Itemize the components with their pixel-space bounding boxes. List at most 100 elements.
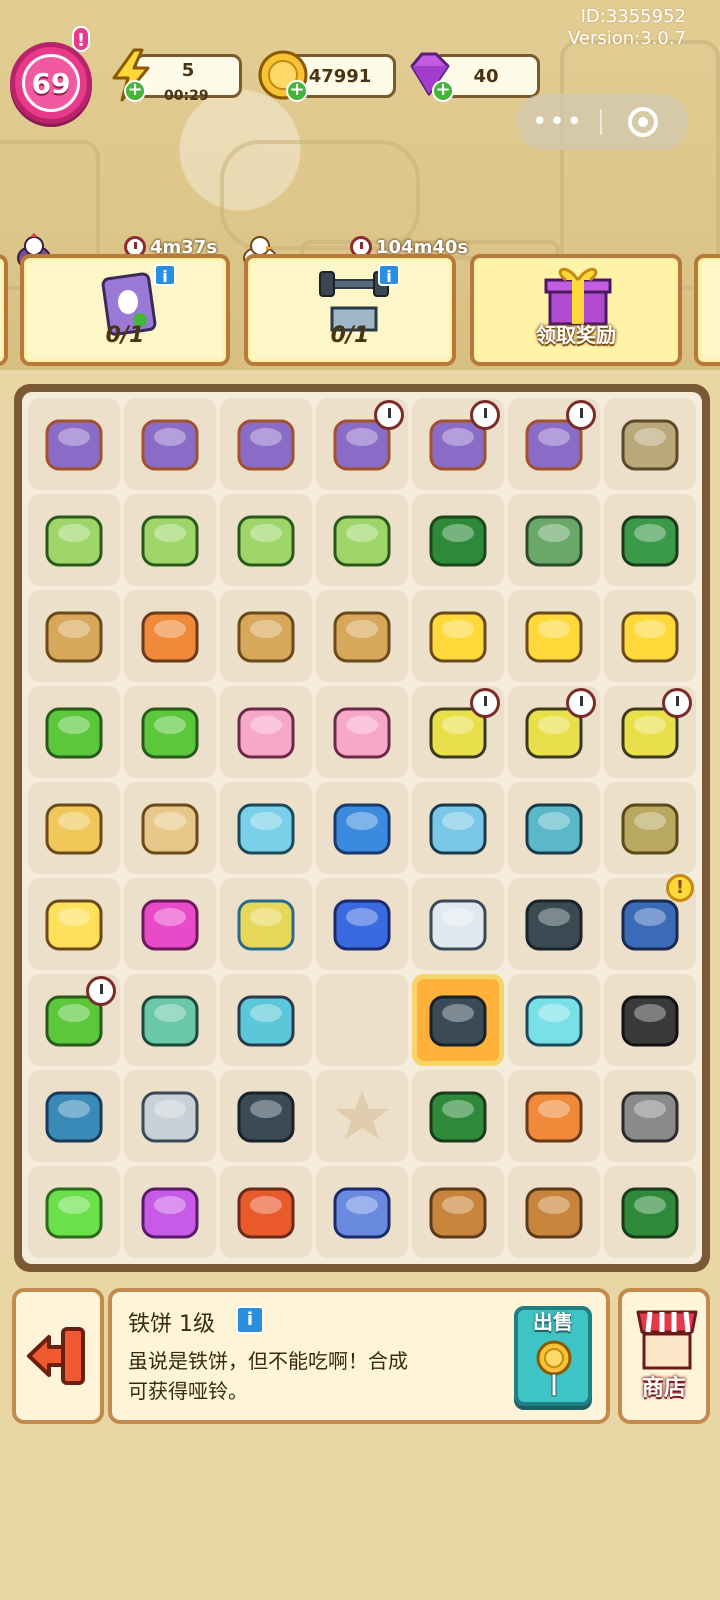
board-cell[interactable] [316,1070,408,1162]
add-energy-button[interactable]: + [124,80,146,102]
board-cell[interactable] [28,590,120,682]
board-cell[interactable] [508,1166,600,1258]
weight-bench-icon [429,803,487,855]
board-cell[interactable] [28,686,120,778]
board-cell[interactable] [412,878,504,970]
board-cell[interactable] [220,782,312,874]
fridge-icon [333,707,391,759]
energy-refill-timer: 00:29 [164,88,209,104]
shop-button[interactable]: 商店 [618,1288,710,1424]
battery-case-icon [141,995,199,1047]
board-cell[interactable] [28,1166,120,1258]
board-cell[interactable] [604,782,696,874]
energy-drink-icon [525,1091,583,1143]
board-cell[interactable] [508,782,600,874]
music-player-icon [333,899,391,951]
player-id: ID:3355952 [580,6,686,27]
fridge-cat-icon [237,707,295,759]
board-cell[interactable] [124,398,216,490]
board-cell[interactable] [220,1166,312,1258]
board-cell[interactable] [220,974,312,1066]
board-cell[interactable] [124,590,216,682]
shop-label: 商店 [641,1376,686,1401]
supply-pile-icon [237,419,295,471]
board-cell[interactable] [508,494,600,586]
sell-button[interactable]: 出售 [514,1306,592,1406]
board-cell[interactable] [604,686,696,778]
board-cell[interactable] [124,782,216,874]
board-cell[interactable] [28,494,120,586]
laptop-icon [237,515,295,567]
board-cell[interactable] [220,686,312,778]
board-cell[interactable] [604,1166,696,1258]
board-cell[interactable]: ! [604,874,696,970]
board-cell[interactable] [316,878,408,970]
dumbbell-pair-icon [429,899,487,951]
exit-button[interactable] [12,1288,104,1424]
merge-board: ! [14,384,710,1272]
board-cell[interactable] [316,1166,408,1258]
board-cell[interactable] [412,590,504,682]
board-cell[interactable] [316,686,408,778]
board-cell[interactable] [220,398,312,490]
board-cell[interactable] [28,878,120,970]
board-cell[interactable] [220,878,312,970]
board-cell[interactable] [316,494,408,586]
task1-progress: 0/1 [105,323,145,348]
task-card-2[interactable]: i 0/1 [244,254,456,366]
board-cell[interactable] [508,590,600,682]
task-card-1[interactable]: i 0/1 [20,254,230,366]
board-cell[interactable] [316,590,408,682]
potted-tree-icon [141,707,199,759]
board-cell[interactable] [28,1070,120,1162]
board-cell[interactable] [124,878,216,970]
puzzle-mat-icon [45,1091,103,1143]
board-cell[interactable] [508,1070,600,1162]
board-cell[interactable] [124,1166,216,1258]
board-cell[interactable] [28,974,120,1066]
item-info-icon[interactable]: i [236,1306,264,1334]
task1-info-icon[interactable]: i [154,264,176,286]
board-cell[interactable] [124,974,216,1066]
board-cell[interactable] [508,878,600,970]
iron-plate-icon [429,995,487,1047]
board-cell[interactable] [28,398,120,490]
board-cell[interactable] [220,494,312,586]
add-gems-button[interactable]: + [432,80,454,102]
board-cell[interactable] [412,686,504,778]
board-cell[interactable] [316,974,408,1066]
item-name: 铁饼 1级 [128,1312,215,1337]
level-badge[interactable]: 69 [10,42,92,124]
close-program-icon[interactable] [628,107,658,137]
board-cell[interactable] [412,398,504,490]
board-cell[interactable] [604,590,696,682]
claim-reward-card[interactable]: 领取奖励 [470,254,682,366]
board-cell[interactable] [124,1070,216,1162]
board-cell[interactable] [508,686,600,778]
locker-icon [621,419,679,471]
board-cell[interactable] [604,494,696,586]
board-cell[interactable] [316,398,408,490]
board-cell[interactable] [412,974,504,1066]
board-cell[interactable] [28,782,120,874]
board-cell[interactable] [220,590,312,682]
supply-pile-icon [45,419,103,471]
board-cell[interactable] [412,782,504,874]
task2-info-icon[interactable]: i [378,264,400,286]
board-cell[interactable] [124,686,216,778]
board-cell[interactable] [508,974,600,1066]
add-coins-button[interactable]: + [286,80,308,102]
board-cell[interactable] [220,1070,312,1162]
board-cell[interactable] [316,782,408,874]
board-cell[interactable] [124,494,216,586]
board-cell[interactable] [412,1166,504,1258]
board-cell[interactable] [604,974,696,1066]
board-cell[interactable] [412,1070,504,1162]
green-bag-icon [621,1187,679,1239]
board-cell[interactable] [604,398,696,490]
more-menu-icon[interactable]: ••• [516,94,600,150]
board-cell[interactable] [604,1070,696,1162]
timer-lock-icon [566,400,596,430]
board-cell[interactable] [508,398,600,490]
board-cell[interactable] [412,494,504,586]
